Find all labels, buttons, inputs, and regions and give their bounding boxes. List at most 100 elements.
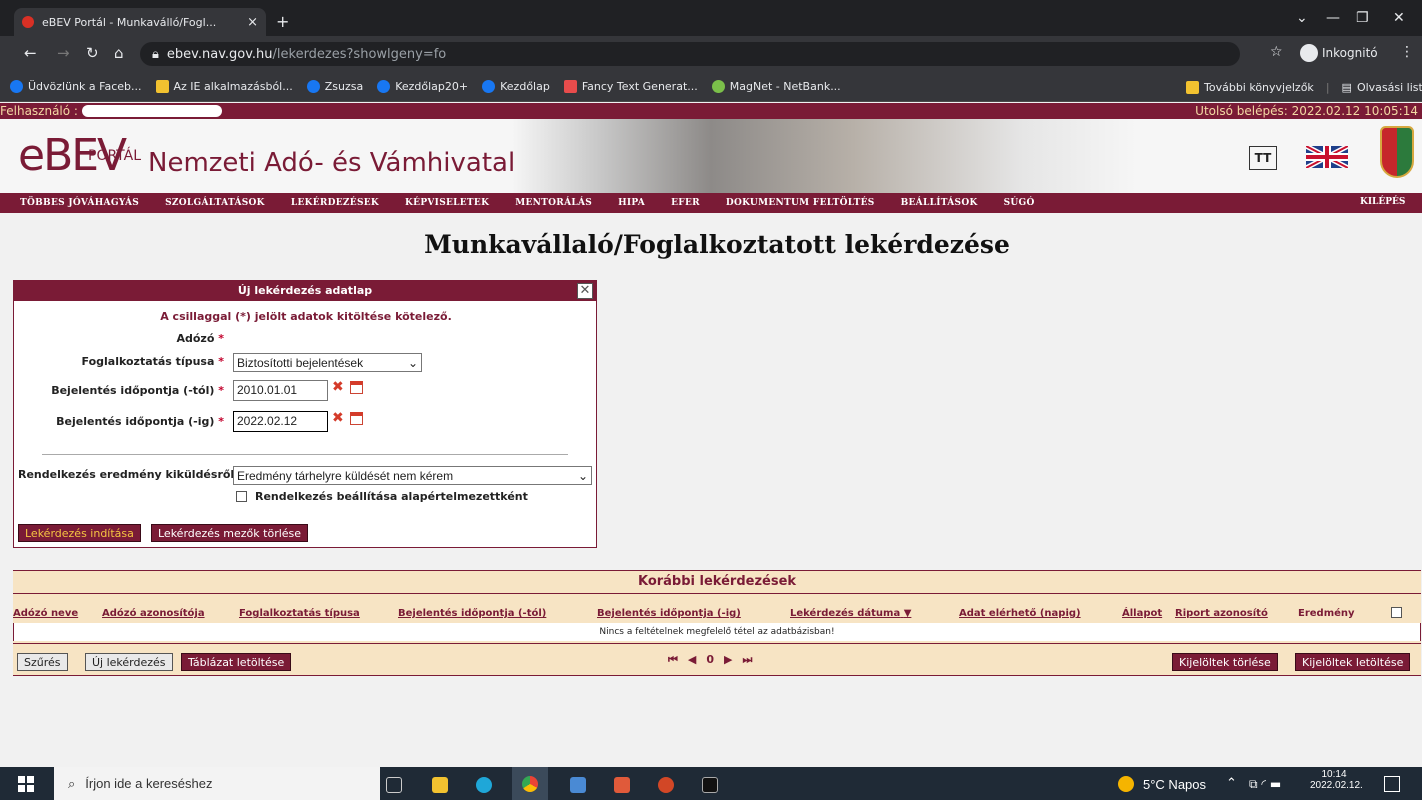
task-view-icon[interactable] [386,777,402,793]
back-icon[interactable]: ← [24,44,37,62]
java-icon[interactable] [570,777,586,793]
taskbar-search[interactable]: ⌕ Írjon ide a kereséshez [54,767,380,800]
tol-date-input[interactable]: 2010.01.01 [233,380,328,401]
chrome-taskbar-button[interactable] [512,767,548,800]
chevron-down-icon[interactable]: ⌄ [1296,10,1308,26]
menu-item-efer[interactable]: EFER [671,198,700,208]
calendar-icon[interactable] [350,412,363,425]
bookmark-item[interactable]: Kezdőlap [482,80,550,93]
tray-chevron-icon[interactable]: ⌃ [1226,776,1237,791]
download-selected-button[interactable]: Kijelöltek letöltése [1295,653,1411,671]
menu-item-szolgaltatasok[interactable]: SZOLGÁLTATÁSOK [165,198,265,208]
bookmark-label: Fancy Text Generat... [581,80,698,93]
minimize-icon[interactable]: — [1326,10,1340,26]
prev-page-icon[interactable]: ◀ [688,653,696,667]
next-page-icon[interactable]: ▶ [724,653,732,667]
ig-label-row: Bejelentés időpontja (-ig) * [14,415,224,428]
bookmark-item[interactable]: MagNet - NetBank... [711,80,841,93]
clear-fields-button[interactable]: Lekérdezés mezők törlése [151,524,309,542]
uk-flag-icon[interactable] [1306,146,1348,168]
search-placeholder: Írjon ide a kereséshez [85,776,213,791]
first-page-icon[interactable]: ⏮ [668,653,678,667]
windows-start-icon[interactable] [18,776,34,792]
menu-item-dokumentum-feltoltes[interactable]: DOKUMENTUM FELTÖLTÉS [726,198,875,208]
bookmark-item[interactable]: Az IE alkalmazásból... [155,80,293,93]
menu-item-lekerdezesek[interactable]: LEKÉRDEZÉSEK [291,198,379,208]
weather-sun-icon[interactable] [1118,776,1134,792]
menu-item-kepviseletek[interactable]: KÉPVISELETEK [405,198,489,208]
bookmark-star-icon[interactable]: ☆ [1270,44,1283,60]
forward-icon[interactable]: → [57,44,70,62]
hungary-coat-of-arms-icon [1380,126,1414,178]
lock-icon: 🔒︎ [152,46,159,62]
more-bookmarks[interactable]: További könyvjelzők [1186,80,1314,94]
clock[interactable]: 10:14 2022.02.12. [1310,769,1363,791]
rendelkezes-value: Eredmény tárhelyre küldését nem kérem [237,468,454,483]
filter-button[interactable]: Szűrés [17,653,68,671]
app-icon[interactable] [614,777,630,793]
bookmark-label: Üdvözlünk a Faceb... [28,80,142,93]
bookmark-label: Kezdőlap [500,80,550,93]
menu-item-sugo[interactable]: SÚGÓ [1004,198,1035,208]
browser-menu-icon[interactable]: ⋮ [1400,44,1414,60]
weather-text[interactable]: 5°C Napos [1143,777,1206,792]
bookmark-item[interactable]: Kezdőlap20+ [377,80,468,93]
table-header: Adózó neve Adózó azonosítója Foglalkozta… [13,605,1421,623]
clear-date-icon[interactable]: ✖ [332,410,344,426]
text-generator-icon [563,80,577,93]
calendar-icon[interactable] [350,381,363,394]
col-adat-elerheto[interactable]: Adat elérhető (napig) [959,608,1081,619]
text-size-button[interactable]: TT [1249,146,1277,170]
bookmark-item[interactable]: Üdvözlünk a Faceb... [10,80,142,93]
delete-selected-button[interactable]: Kijelöltek törlése [1172,653,1278,671]
bookmark-item[interactable]: Fancy Text Generat... [563,80,698,93]
url-bar[interactable]: 🔒︎ ebev.nav.gov.hu/lekerdezes?showlgeny=… [140,42,1240,66]
edge-icon[interactable] [476,777,492,793]
bookmark-item[interactable]: Zsuzsa [306,80,363,93]
col-bejelentes-ig[interactable]: Bejelentés időpontja (-ig) [597,608,741,619]
window-close-icon[interactable]: ✕ [1393,10,1405,26]
facebook-icon [306,80,320,93]
tipus-select[interactable]: Biztosítotti bejelentések ⌄ [233,353,422,372]
chevron-down-icon: ⌄ [577,468,588,483]
new-tab-button[interactable]: + [276,12,289,31]
restore-icon[interactable]: ❐ [1356,10,1369,26]
menu-item-beallitasok[interactable]: BEÁLLÍTÁSOK [901,198,978,208]
clear-date-icon[interactable]: ✖ [332,379,344,395]
default-setting-checkbox[interactable] [236,491,247,502]
col-adozo-neve[interactable]: Adózó neve [13,608,78,619]
bookmark-label: Az IE alkalmazásból... [173,80,293,93]
col-adozo-azonositoja[interactable]: Adózó azonosítója [102,608,205,619]
reading-list[interactable]: ▤ Olvasási lista [1342,81,1422,94]
menu-item-tobbes-jovahagyas[interactable]: TÖBBES JÓVÁHAGYÁS [20,198,139,208]
home-icon[interactable]: ⌂ [114,44,124,62]
incognito-indicator[interactable]: Inkognitó [1300,44,1378,62]
col-riport-azonosito[interactable]: Riport azonosító [1175,608,1268,619]
terminal-icon[interactable] [702,777,718,793]
file-explorer-icon[interactable] [432,777,448,793]
browser-tab[interactable]: eBEV Portál - Munkaválló/Fogl... × [14,8,266,36]
logout-link[interactable]: KILÉPÉS [1360,197,1405,207]
col-allapot[interactable]: Állapot [1122,608,1162,619]
reload-icon[interactable]: ↻ [86,44,99,62]
col-foglalkoztatas-tipusa[interactable]: Foglalkoztatás típusa [239,608,360,619]
col-lekerdezes-datuma[interactable]: Lekérdezés dátuma ▼ [790,608,911,619]
form-close-icon[interactable]: ✕ [577,283,593,299]
url-path: /lekerdezes?showlgeny=fo [272,46,447,62]
select-all-checkbox[interactable] [1391,607,1402,618]
ig-date-input[interactable]: 2022.02.12 [233,411,328,432]
rendelkezes-select[interactable]: Eredmény tárhelyre küldését nem kérem ⌄ [233,466,592,485]
bookmark-label: Kezdőlap20+ [395,80,469,93]
col-eredmeny: Eredmény [1298,608,1355,619]
last-page-icon[interactable]: ⏭ [743,653,753,667]
menu-item-mentoralas[interactable]: MENTORÁLÁS [515,198,592,208]
col-bejelentes-tol[interactable]: Bejelentés időpontja (-tól) [398,608,546,619]
download-table-button[interactable]: Táblázat letöltése [181,653,292,671]
new-query-button[interactable]: Új lekérdezés [85,653,173,671]
menu-item-hipa[interactable]: HIPA [618,198,645,208]
powerpoint-icon[interactable] [658,777,674,793]
tab-close-icon[interactable]: × [247,15,258,30]
tray-icons[interactable]: ⧉ ◜ ▬ [1249,777,1281,792]
notifications-icon[interactable] [1384,776,1400,792]
start-query-button[interactable]: Lekérdezés indítása [18,524,141,542]
